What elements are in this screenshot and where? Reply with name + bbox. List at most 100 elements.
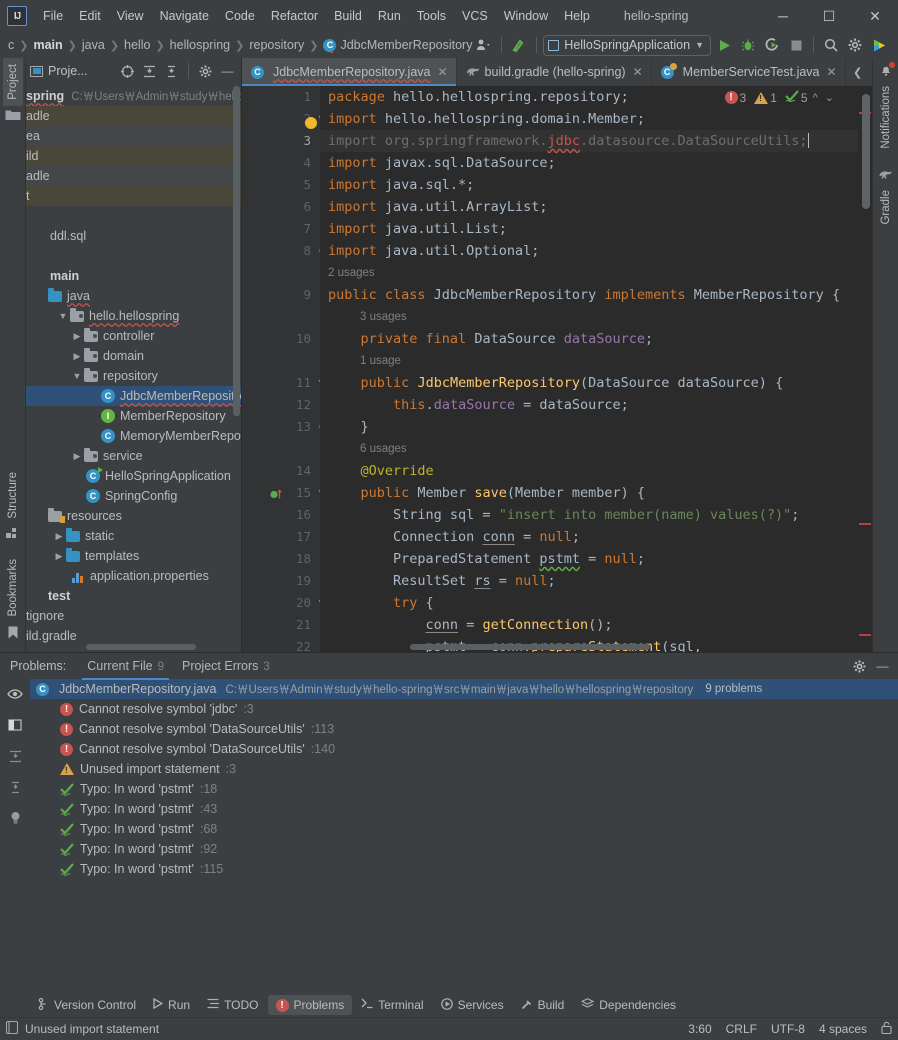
maximize-button[interactable]: ☐ bbox=[806, 0, 852, 32]
breadcrumb-item[interactable]: main bbox=[31, 37, 64, 53]
profile-icon[interactable] bbox=[473, 35, 495, 55]
minimize-button[interactable]: ─ bbox=[760, 0, 806, 32]
inspection-widget[interactable]: ! 3 1 5 ^ bbox=[724, 90, 836, 105]
close-icon[interactable]: ✕ bbox=[633, 65, 643, 79]
menu-vcs[interactable]: VCS bbox=[454, 6, 496, 26]
chevron-right-icon[interactable]: ▶ bbox=[70, 451, 84, 462]
breadcrumb-item[interactable]: hello bbox=[122, 37, 152, 53]
tool-window-dependencies[interactable]: Dependencies bbox=[573, 995, 684, 1016]
breadcrumb-item[interactable]: c bbox=[6, 37, 16, 53]
run-icon[interactable] bbox=[713, 35, 735, 55]
tool-window-services[interactable]: Services bbox=[433, 995, 512, 1016]
tree-row-resources[interactable]: resources bbox=[26, 506, 241, 526]
problem-item[interactable]: ! Cannot resolve symbol 'DataSourceUtils… bbox=[30, 719, 898, 739]
inspection-bulb-icon[interactable] bbox=[6, 809, 24, 827]
usages-hint[interactable]: 3 usages bbox=[320, 306, 858, 328]
problems-file-row[interactable]: C JdbcMemberRepository.java C:￦Users￦Adm… bbox=[30, 679, 898, 699]
gradle-elephant-icon[interactable] bbox=[878, 169, 893, 184]
breadcrumb-item-current[interactable]: C JdbcMemberRepository bbox=[321, 37, 473, 53]
tab-jdbcmemberrepository[interactable]: C JdbcMemberRepository.java ✕ bbox=[242, 58, 457, 86]
warning-count[interactable]: 1 bbox=[754, 91, 777, 105]
tree-row-package-service[interactable]: ▶ service bbox=[26, 446, 241, 466]
sidebar-item-gradle[interactable]: Gradle bbox=[876, 184, 896, 231]
close-icon[interactable]: ✕ bbox=[827, 65, 837, 79]
tree-row-package-domain[interactable]: ▶ domain bbox=[26, 346, 241, 366]
menu-edit[interactable]: Edit bbox=[71, 6, 109, 26]
menu-view[interactable]: View bbox=[109, 6, 152, 26]
tab-current-file[interactable]: Current File 9 bbox=[78, 655, 173, 680]
editor-marker-strip[interactable] bbox=[858, 86, 872, 652]
problem-item[interactable]: ! Cannot resolve symbol 'jdbc' :3 bbox=[30, 699, 898, 719]
tool-window-terminal[interactable]: Terminal bbox=[353, 995, 431, 1015]
collapse-all-icon[interactable] bbox=[6, 778, 24, 796]
tree-row-file[interactable]: ddl.sql bbox=[26, 226, 241, 246]
sidebar-item-project[interactable]: Project bbox=[2, 58, 23, 106]
tree-row-folder[interactable]: ea bbox=[26, 126, 241, 146]
problem-item[interactable]: Typo: In word 'pstmt' :92 bbox=[30, 839, 898, 859]
chevron-right-icon[interactable]: ▶ bbox=[52, 551, 66, 562]
memory-indicator-icon[interactable] bbox=[5, 1020, 19, 1037]
tree-row-package-hellospring[interactable]: ▼ hello.hellospring bbox=[26, 306, 241, 326]
usages-hint[interactable]: 2 usages bbox=[320, 262, 858, 284]
hide-panel-icon[interactable]: — bbox=[873, 657, 892, 676]
bell-icon[interactable] bbox=[879, 62, 895, 80]
line-separator[interactable]: CRLF bbox=[726, 1022, 757, 1036]
tab-memberservicetest[interactable]: C MemberServiceTest.java ✕ bbox=[652, 58, 846, 86]
editor-gutter[interactable]: 1 2▾ 3 4 5 6 7 8▵ 9 10 11▾ 12 13▵ bbox=[242, 86, 323, 652]
tree-row-class-memorymemberrepository[interactable]: C MemoryMemberRepositor bbox=[26, 426, 241, 446]
problem-item[interactable]: Unused import statement :3 bbox=[30, 759, 898, 779]
error-marker[interactable] bbox=[859, 634, 871, 636]
usages-hint[interactable]: 1 usage bbox=[320, 350, 858, 372]
tree-row-folder[interactable]: ild bbox=[26, 146, 241, 166]
stop-icon[interactable] bbox=[785, 35, 807, 55]
expand-all-icon[interactable] bbox=[6, 747, 24, 765]
menu-tools[interactable]: Tools bbox=[409, 6, 454, 26]
error-count[interactable]: ! 3 bbox=[724, 91, 746, 105]
chevron-right-icon[interactable]: ▶ bbox=[52, 531, 66, 542]
close-button[interactable]: ✕ bbox=[852, 0, 898, 32]
menu-code[interactable]: Code bbox=[217, 6, 263, 26]
gear-icon[interactable] bbox=[850, 657, 869, 676]
hide-panel-icon[interactable]: — bbox=[218, 62, 237, 81]
open-editor-preview-icon[interactable] bbox=[6, 716, 24, 734]
intention-bulb-icon[interactable] bbox=[305, 117, 317, 129]
close-icon[interactable]: ✕ bbox=[437, 65, 447, 79]
usages-hint[interactable]: 6 usages bbox=[320, 438, 858, 460]
indent-setting[interactable]: 4 spaces bbox=[819, 1022, 867, 1036]
preview-icon[interactable] bbox=[6, 685, 24, 703]
previous-problem-icon[interactable]: ^ bbox=[811, 92, 820, 104]
sidebar-item-notifications[interactable]: Notifications bbox=[876, 80, 896, 155]
menu-file[interactable]: File bbox=[35, 6, 71, 26]
error-marker[interactable] bbox=[859, 523, 871, 525]
problem-item[interactable]: Typo: In word 'pstmt' :115 bbox=[30, 859, 898, 879]
tab-list-icon[interactable]: ❮ bbox=[850, 62, 866, 82]
tree-vertical-scrollbar[interactable] bbox=[233, 86, 240, 416]
sidebar-item-bookmarks[interactable]: Bookmarks bbox=[3, 553, 23, 623]
menu-run[interactable]: Run bbox=[370, 6, 409, 26]
problem-item[interactable]: Typo: In word 'pstmt' :18 bbox=[30, 779, 898, 799]
updates-icon[interactable] bbox=[508, 35, 530, 55]
tree-row-class-jdbcmemberrepository[interactable]: C JdbcMemberRepository bbox=[26, 386, 241, 406]
sidebar-item-structure[interactable]: Structure bbox=[3, 466, 23, 525]
tab-project-errors[interactable]: Project Errors 3 bbox=[173, 655, 279, 678]
typo-count[interactable]: 5 bbox=[785, 90, 808, 105]
editor-horizontal-scrollbar[interactable] bbox=[410, 644, 650, 650]
tree-row-folder[interactable]: adle bbox=[26, 106, 241, 126]
run-with-coverage-icon[interactable] bbox=[761, 35, 783, 55]
file-encoding[interactable]: UTF-8 bbox=[771, 1022, 805, 1036]
breadcrumb-item[interactable]: hellospring bbox=[168, 37, 232, 53]
tool-window-todo[interactable]: TODO bbox=[199, 995, 266, 1015]
code-text-area[interactable]: package hello.hellospring.repository; im… bbox=[320, 86, 858, 652]
tree-row-folder[interactable]: t bbox=[26, 186, 241, 206]
chevron-down-icon[interactable]: ▼ bbox=[56, 311, 70, 321]
tree-row-class-springconfig[interactable]: C SpringConfig bbox=[26, 486, 241, 506]
tool-window-build[interactable]: Build bbox=[513, 995, 573, 1016]
tool-window-version-control[interactable]: Version Control bbox=[30, 995, 144, 1016]
problem-item[interactable]: Typo: In word 'pstmt' :68 bbox=[30, 819, 898, 839]
tree-row-folder-static[interactable]: ▶ static bbox=[26, 526, 241, 546]
select-opened-file-icon[interactable] bbox=[118, 62, 137, 81]
tool-window-run[interactable]: Run bbox=[145, 995, 198, 1015]
breadcrumb-item[interactable]: java bbox=[80, 37, 107, 53]
chevron-right-icon[interactable]: ▶ bbox=[70, 331, 84, 342]
menu-navigate[interactable]: Navigate bbox=[152, 6, 217, 26]
